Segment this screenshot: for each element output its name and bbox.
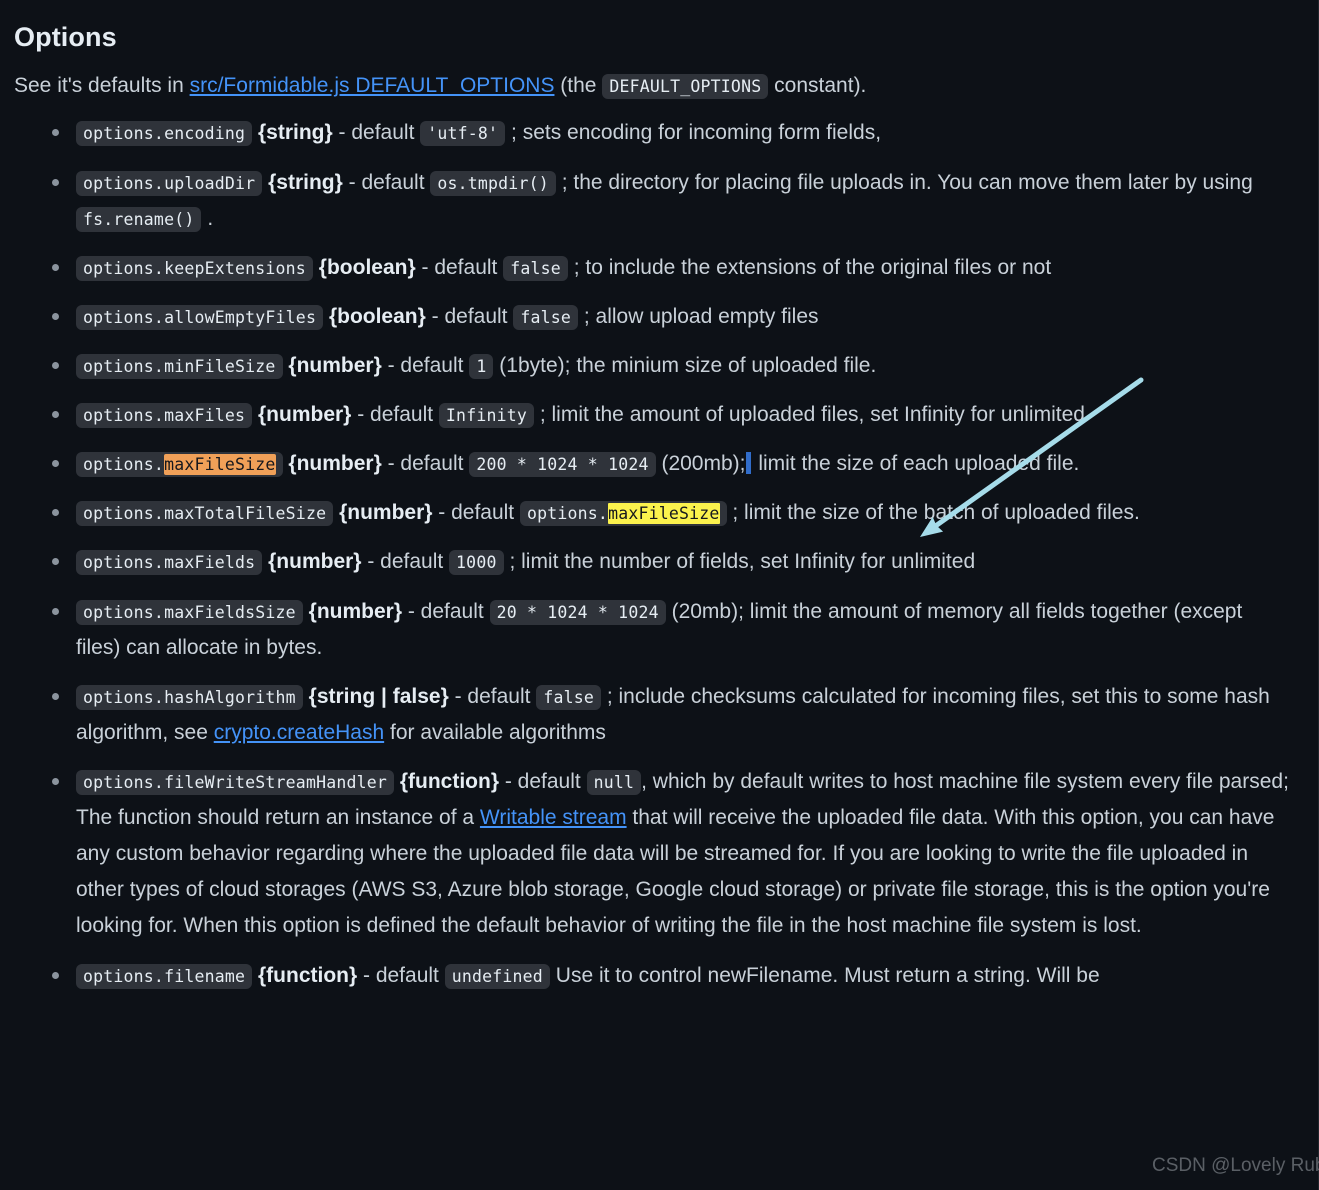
option-name-hashalgorithm: options.hashAlgorithm bbox=[76, 684, 303, 710]
option-type-hashalgorithm: {string | false} bbox=[308, 684, 449, 708]
list-item-filewritestreamhandler: options.fileWriteStreamHandler {function… bbox=[14, 764, 1290, 945]
option-default-label-maxfieldssize: - default bbox=[402, 599, 490, 623]
list-item-allowemptyfiles: options.allowEmptyFiles {boolean} - defa… bbox=[14, 299, 1290, 335]
option-type-maxtotalfilesize: {number} bbox=[339, 501, 433, 525]
option-default-label-allowemptyfiles: - default bbox=[425, 304, 514, 328]
option-default-maxtotalfilesize: options.maxFileSize bbox=[519, 501, 727, 527]
option-desc-maxfiles: ; limit the amount of uploaded files, se… bbox=[539, 403, 1085, 427]
text-cursor-caret bbox=[746, 452, 752, 475]
option-type-filewritestreamhandler: {function} bbox=[399, 769, 500, 793]
option-default-filename: undefined bbox=[444, 963, 550, 989]
option-desc-minfilesize: (1byte); the minium size of uploaded fil… bbox=[499, 353, 877, 377]
option-desc-allowemptyfiles: ; allow upload empty files bbox=[583, 304, 819, 328]
list-item-maxfilesize: options.maxFileSize {number} - default 2… bbox=[14, 446, 1290, 482]
option-default-maxfiles: Infinity bbox=[438, 403, 534, 429]
list-item-maxfieldssize: options.maxFieldsSize {number} - default… bbox=[14, 594, 1290, 666]
watermark: CSDN @Lovely Ruby bbox=[1152, 1155, 1319, 1176]
option-desc-uploaddir: ; the directory for placing file uploads… bbox=[561, 170, 1253, 194]
intro-tail: constant). bbox=[768, 74, 867, 97]
option-type-keepextensions: {boolean} bbox=[318, 255, 416, 279]
option-name-maxfiles: options.maxFiles bbox=[76, 403, 253, 429]
option-default-minfilesize: 1 bbox=[469, 353, 494, 379]
option-name-minfilesize: options.minFileSize bbox=[76, 353, 283, 379]
intro-before-link: See it's defaults in bbox=[14, 74, 190, 97]
option-default-label-maxfilesize: - default bbox=[381, 452, 470, 476]
option-name-uploaddir: options.uploadDir bbox=[76, 170, 263, 196]
option-name-encoding: options.encoding bbox=[76, 121, 253, 147]
list-item-filename: options.filename {function} - default un… bbox=[14, 958, 1290, 994]
option-desc-maxfields: ; limit the number of fields, set Infini… bbox=[509, 550, 976, 574]
option-type-encoding: {string} bbox=[258, 121, 333, 145]
option-desc-maxtotalfilesize: ; limit the size of the batch of uploade… bbox=[732, 501, 1140, 525]
list-item-uploaddir: options.uploadDir {string} - default os.… bbox=[14, 165, 1290, 237]
option-desc-filename: Use it to control newFilename. Must retu… bbox=[555, 963, 1100, 987]
option-desc-encoding: ; sets encoding for incoming form fields… bbox=[511, 121, 882, 145]
highlight-maxfilesize-yellow: maxFileSize bbox=[608, 503, 720, 525]
intro-paragraph: See it's defaults in src/Formidable.js D… bbox=[14, 71, 1290, 101]
option-type-filename: {function} bbox=[258, 963, 358, 987]
option-type-maxfieldssize: {number} bbox=[308, 599, 403, 623]
writable-stream-link[interactable]: Writable stream bbox=[480, 806, 627, 829]
option-default-maxfilesize: 200 * 1024 * 1024 bbox=[469, 452, 656, 478]
option-type-maxfilesize: {number} bbox=[288, 452, 382, 476]
option-name-prefix-maxfilesize: options. bbox=[83, 455, 165, 475]
option-default-filewritestreamhandler: null bbox=[586, 769, 642, 795]
option-default-label-maxfields: - default bbox=[361, 550, 450, 574]
documentation-page: Options See it's defaults in src/Formida… bbox=[0, 0, 1319, 1190]
content-area: Options See it's defaults in src/Formida… bbox=[0, 0, 1318, 994]
list-item-keepextensions: options.keepExtensions {boolean} - defau… bbox=[14, 250, 1290, 286]
option-default-hashalgorithm: false bbox=[536, 684, 601, 710]
option-name-maxfields: options.maxFields bbox=[76, 550, 263, 576]
option-default-prefix-maxtotalfilesize: options. bbox=[526, 504, 609, 524]
option-default-label-maxtotalfilesize: - default bbox=[432, 501, 520, 525]
option-name-filewritestreamhandler: options.fileWriteStreamHandler bbox=[76, 769, 395, 795]
option-desc-pre-maxfilesize: (200mb); bbox=[661, 452, 746, 476]
option-type-allowemptyfiles: {boolean} bbox=[328, 304, 426, 328]
option-type-uploaddir: {string} bbox=[268, 170, 343, 194]
list-item-encoding: options.encoding {string} - default 'utf… bbox=[14, 115, 1290, 151]
option-type-maxfiles: {number} bbox=[258, 403, 352, 427]
option-default-label-minfilesize: - default bbox=[381, 353, 470, 377]
option-name-maxfilesize: options.maxFileSize bbox=[76, 452, 283, 478]
option-default-label-encoding: - default bbox=[332, 121, 421, 145]
option-default-allowemptyfiles: false bbox=[513, 304, 579, 330]
option-default-label-hashalgorithm: - default bbox=[448, 684, 537, 708]
option-default-uploaddir: os.tmpdir() bbox=[430, 170, 556, 196]
option-desc-tail-uploaddir: . bbox=[207, 206, 214, 230]
option-default-label-keepextensions: - default bbox=[415, 255, 504, 279]
list-item-hashalgorithm: options.hashAlgorithm {string | false} -… bbox=[14, 679, 1290, 751]
option-name-keepextensions: options.keepExtensions bbox=[76, 255, 313, 281]
list-item-maxfields: options.maxFields {number} - default 100… bbox=[14, 544, 1290, 580]
option-name-maxfieldssize: options.maxFieldsSize bbox=[76, 599, 303, 625]
default-options-link[interactable]: src/Formidable.js DEFAULT_OPTIONS bbox=[190, 74, 555, 97]
option-desc-tail-hashalgorithm: for available algorithms bbox=[384, 720, 606, 744]
option-default-label-filewritestreamhandler: - default bbox=[499, 769, 587, 793]
highlight-maxfilesize-orange: maxFileSize bbox=[164, 454, 276, 476]
option-default-label-uploaddir: - default bbox=[342, 170, 431, 194]
option-desc-keepextensions: ; to include the extensions of the origi… bbox=[573, 255, 1052, 279]
option-default-encoding: 'utf-8' bbox=[420, 121, 506, 147]
option-default-label-filename: - default bbox=[357, 963, 445, 987]
option-default-label-maxfiles: - default bbox=[351, 403, 439, 427]
option-default-maxfields: 1000 bbox=[449, 550, 504, 576]
list-item-maxtotalfilesize: options.maxTotalFileSize {number} - defa… bbox=[14, 495, 1290, 531]
page-title: Options bbox=[14, 22, 117, 52]
intro-after-link: (the bbox=[554, 74, 603, 97]
option-desc-code-uploaddir: fs.rename() bbox=[76, 206, 202, 232]
option-name-allowemptyfiles: options.allowEmptyFiles bbox=[76, 304, 324, 330]
option-name-maxtotalfilesize: options.maxTotalFileSize bbox=[76, 501, 334, 527]
list-item-minfilesize: options.minFileSize {number} - default 1… bbox=[14, 348, 1290, 384]
option-default-keepextensions: false bbox=[503, 255, 568, 281]
option-name-filename: options.filename bbox=[76, 963, 253, 989]
default-options-code: DEFAULT_OPTIONS bbox=[602, 74, 769, 99]
option-type-maxfields: {number} bbox=[268, 550, 362, 574]
option-type-minfilesize: {number} bbox=[288, 353, 382, 377]
options-list: options.encoding {string} - default 'utf… bbox=[14, 115, 1290, 993]
option-default-maxfieldssize: 20 * 1024 * 1024 bbox=[489, 599, 666, 625]
list-item-maxfiles: options.maxFiles {number} - default Infi… bbox=[14, 397, 1290, 433]
option-desc-maxfilesize: limit the size of each uploaded file. bbox=[752, 452, 1080, 476]
crypto-createhash-link[interactable]: crypto.createHash bbox=[214, 721, 384, 744]
